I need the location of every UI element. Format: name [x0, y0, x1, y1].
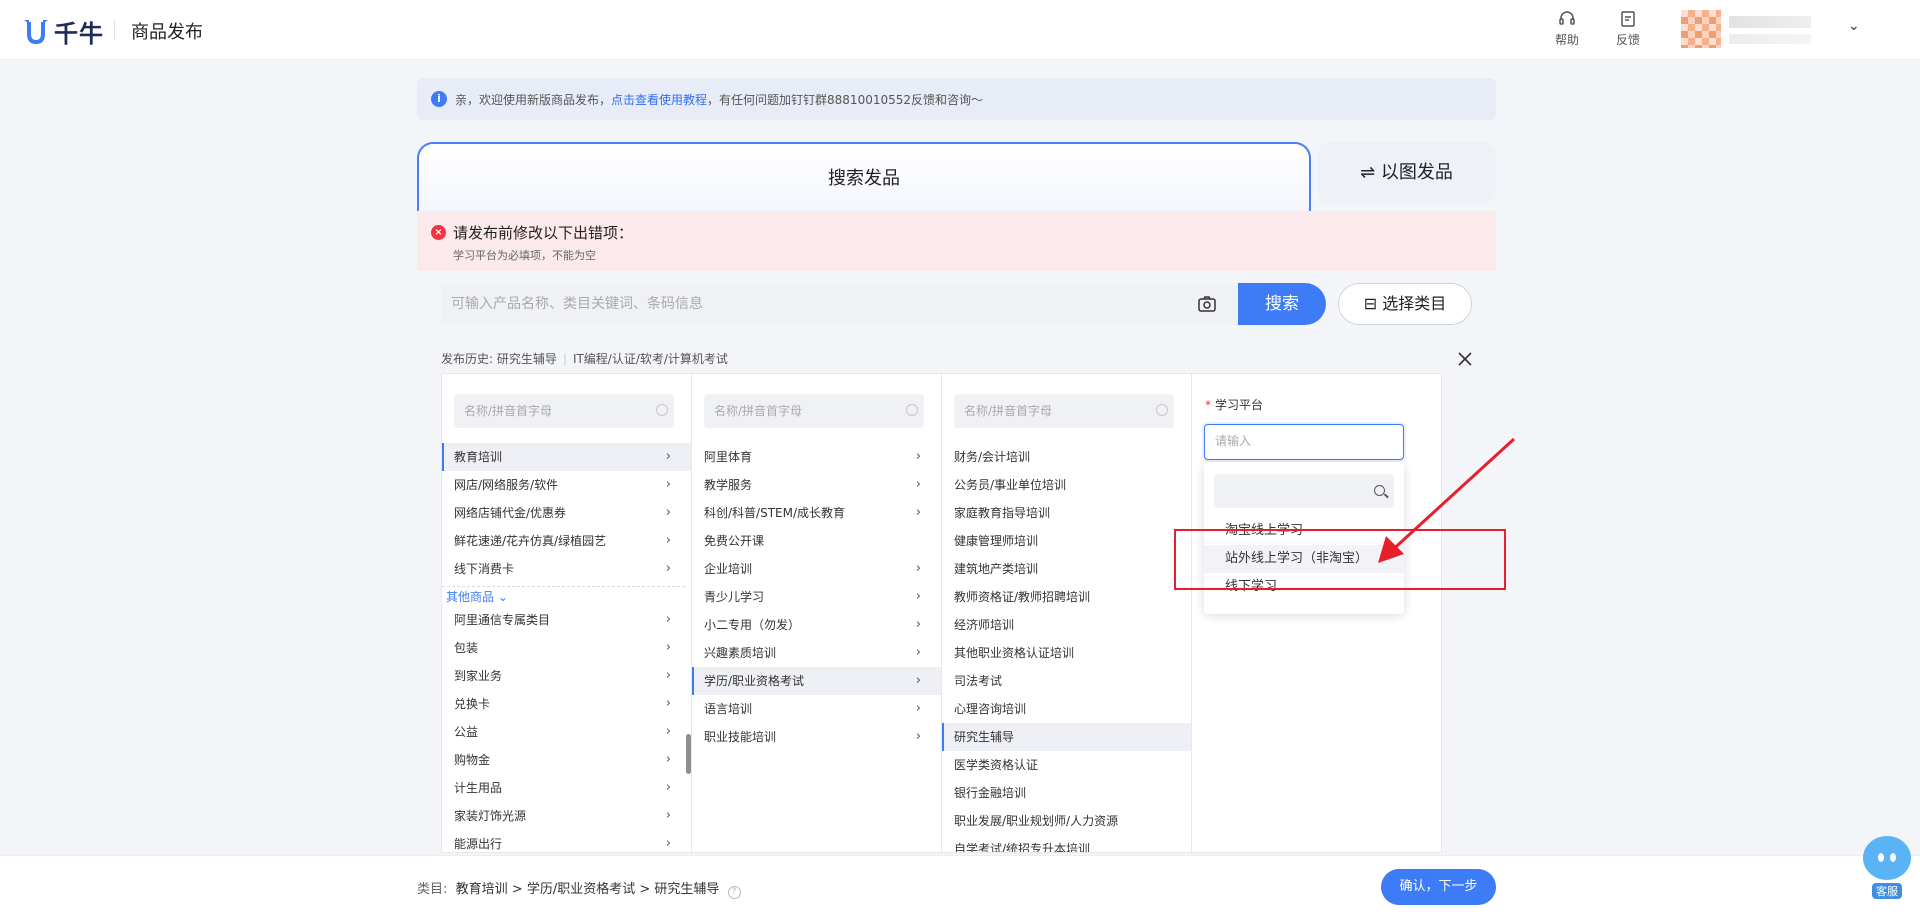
list-item[interactable]: 阿里体育 ›	[692, 443, 941, 471]
breadcrumb-path: 教育培训 > 学历/职业资格考试 > 研究生辅导	[455, 882, 720, 897]
search-button[interactable]: 搜索	[1238, 283, 1326, 325]
list-item[interactable]: 计生用品 ›	[442, 774, 691, 802]
user-shop-blurred	[1729, 34, 1811, 44]
customer-service-button[interactable]: 客服	[1863, 836, 1911, 899]
category-column-1: 名称/拼音首字母 教育培训 › 网店/网络服务/软件 › 网络店铺代金/优惠券 › 鲜…	[442, 374, 692, 852]
user-account[interactable]	[1681, 10, 1811, 48]
list-item[interactable]: 到家业务 ›	[442, 662, 691, 690]
category-column-3: 名称/拼音首字母 财务/会计培训 公务员/事业单位培训 家庭教育指导培训 健康管…	[942, 374, 1192, 852]
category-column-2: 名称/拼音首字母 阿里体育 › 教学服务 › 科创/科普/STEM/成长教育 › 免费…	[692, 374, 942, 852]
annotation-arrow-icon	[1378, 437, 1516, 563]
publish-history: 发布历史: 研究生辅导 | IT编程/认证/软考/计算机考试	[441, 352, 728, 366]
feedback-button[interactable]: 反馈	[1608, 10, 1648, 48]
tutorial-link[interactable]: 点击查看使用教程	[611, 91, 707, 108]
search-icon	[656, 404, 668, 416]
search-icon	[1156, 404, 1168, 416]
list-item[interactable]: 司法考试	[942, 667, 1191, 695]
list-item[interactable]: 其他职业资格认证培训	[942, 639, 1191, 667]
dropdown-search-input[interactable]	[1214, 474, 1394, 508]
search-icon	[906, 404, 918, 416]
qianniu-logo-icon	[24, 19, 48, 44]
error-title: 请发布前修改以下出错项：	[453, 224, 634, 242]
error-icon: ×	[431, 225, 446, 240]
history-item[interactable]: 研究生辅导	[497, 352, 557, 366]
info-banner: i 亲，欢迎使用新版商品发布， 点击查看使用教程 ，有任何问题加钉钉群88810…	[417, 78, 1496, 120]
confirm-next-button[interactable]: 确认，下一步	[1381, 869, 1496, 905]
list-item[interactable]: 健康管理师培训	[942, 527, 1191, 555]
list-item[interactable]: 网络店铺代金/优惠券 ›	[442, 499, 691, 527]
list-item[interactable]: 包装 ›	[442, 634, 691, 662]
list-item[interactable]: 企业培训 ›	[692, 555, 941, 583]
footer-bar: 类目: 教育培训 > 学历/职业资格考试 > 研究生辅导 ? 确认，下一步	[0, 855, 1920, 919]
service-avatar-icon	[1863, 836, 1911, 880]
list-item[interactable]: 公务员/事业单位培训	[942, 471, 1191, 499]
list-item[interactable]: 免费公开课	[692, 527, 941, 555]
page-title: 商品发布	[131, 22, 203, 43]
platform-label: * 学习平台	[1205, 398, 1264, 412]
history-item[interactable]: IT编程/认证/软考/计算机考试	[573, 352, 728, 366]
list-item[interactable]: 家庭教育指导培训	[942, 499, 1191, 527]
list-item[interactable]: 线下消费卡 ›	[442, 555, 691, 583]
chevron-down-icon[interactable]: ⌄	[1848, 18, 1860, 34]
top-bar: 千牛 商品发布 帮助 反馈 ⌄	[0, 0, 1920, 60]
question-icon[interactable]: ?	[727, 886, 741, 899]
product-search-input[interactable]: 可输入产品名称、类目关键词、条码信息	[441, 283, 1238, 325]
list-item[interactable]: 购物金 ›	[442, 746, 691, 774]
list-item[interactable]: 教育培训 ›	[442, 443, 691, 471]
list-item[interactable]: 鲜花速递/花卉仿真/绿植园艺 ›	[442, 527, 691, 555]
list-item[interactable]: 财务/会计培训	[942, 443, 1191, 471]
list-item[interactable]: 研究生辅导	[942, 723, 1191, 751]
list-item[interactable]: 教学服务 ›	[692, 471, 941, 499]
category-breadcrumb: 类目: 教育培训 > 学历/职业资格考试 > 研究生辅导 ?	[417, 878, 741, 899]
service-label: 客服	[1872, 883, 1902, 899]
list-item[interactable]: 建筑地产类培训	[942, 555, 1191, 583]
qianniu-logo[interactable]: 千牛	[24, 14, 104, 49]
list-item[interactable]: 银行金融培训	[942, 779, 1191, 807]
help-button[interactable]: 帮助	[1547, 10, 1587, 48]
column-search-input[interactable]: 名称/拼音首字母	[704, 394, 924, 428]
list-item[interactable]: 家装灯饰光源 ›	[442, 802, 691, 830]
feedback-icon	[1621, 11, 1635, 27]
scrollbar[interactable]	[686, 734, 691, 774]
column-search-input[interactable]: 名称/拼音首字母	[954, 394, 1174, 428]
help-label: 帮助	[1554, 33, 1579, 47]
user-name-blurred	[1729, 16, 1811, 28]
other-products-toggle[interactable]: 其他商品 ⌄	[442, 586, 685, 606]
logo-text: 千牛	[54, 20, 104, 48]
list-item[interactable]: 阿里通信专属类目 ›	[442, 606, 691, 634]
list-item[interactable]: 经济师培训	[942, 611, 1191, 639]
list-item[interactable]: 能源出行 ›	[442, 830, 691, 852]
tab-search-publish[interactable]: 搜索发品	[417, 142, 1311, 212]
close-icon[interactable]	[1456, 350, 1474, 368]
list-item[interactable]: 科创/科普/STEM/成长教育 ›	[692, 499, 941, 527]
tab-image-publish[interactable]: ⇌ 以图发品	[1317, 142, 1496, 204]
banner-suffix: ，有任何问题加钉钉群88810010552反馈和咨询～	[707, 92, 984, 107]
headset-icon	[1559, 11, 1575, 25]
list-item[interactable]: 兴趣素质培训 ›	[692, 639, 941, 667]
list-item[interactable]: 职业技能培训 ›	[692, 723, 941, 751]
list-item[interactable]: 兑换卡 ›	[442, 690, 691, 718]
feedback-label: 反馈	[1615, 33, 1640, 47]
history-label: 发布历史:	[441, 352, 494, 366]
column-search-input[interactable]: 名称/拼音首字母	[454, 394, 674, 428]
list-item[interactable]: 青少儿学习 ›	[692, 583, 941, 611]
list-item[interactable]: 职业发展/职业规划师/人力资源	[942, 807, 1191, 835]
list-item[interactable]: 公益 ›	[442, 718, 691, 746]
avatar	[1681, 10, 1721, 48]
logo-divider	[114, 20, 115, 40]
info-icon: i	[431, 91, 447, 107]
list-item[interactable]: 自学考试/统招专升本培训	[942, 835, 1191, 852]
list-item[interactable]: 心理咨询培训	[942, 695, 1191, 723]
camera-icon[interactable]	[1197, 294, 1217, 314]
list-item[interactable]: 医学类资格认证	[942, 751, 1191, 779]
list-item[interactable]: 网店/网络服务/软件 ›	[442, 471, 691, 499]
list-item[interactable]: 小二专用（勿发） ›	[692, 611, 941, 639]
error-alert: × 请发布前修改以下出错项： 学习平台为必填项，不能为空	[417, 211, 1496, 271]
banner-prefix: 亲，欢迎使用新版商品发布，	[455, 92, 612, 107]
select-category-button[interactable]: ⊟ 选择类目	[1338, 283, 1472, 325]
list-item[interactable]: 学历/职业资格考试 ›	[692, 667, 941, 695]
error-message: 学习平台为必填项，不能为空	[453, 249, 596, 262]
list-item[interactable]: 语言培训 ›	[692, 695, 941, 723]
list-item[interactable]: 教师资格证/教师招聘培训	[942, 583, 1191, 611]
